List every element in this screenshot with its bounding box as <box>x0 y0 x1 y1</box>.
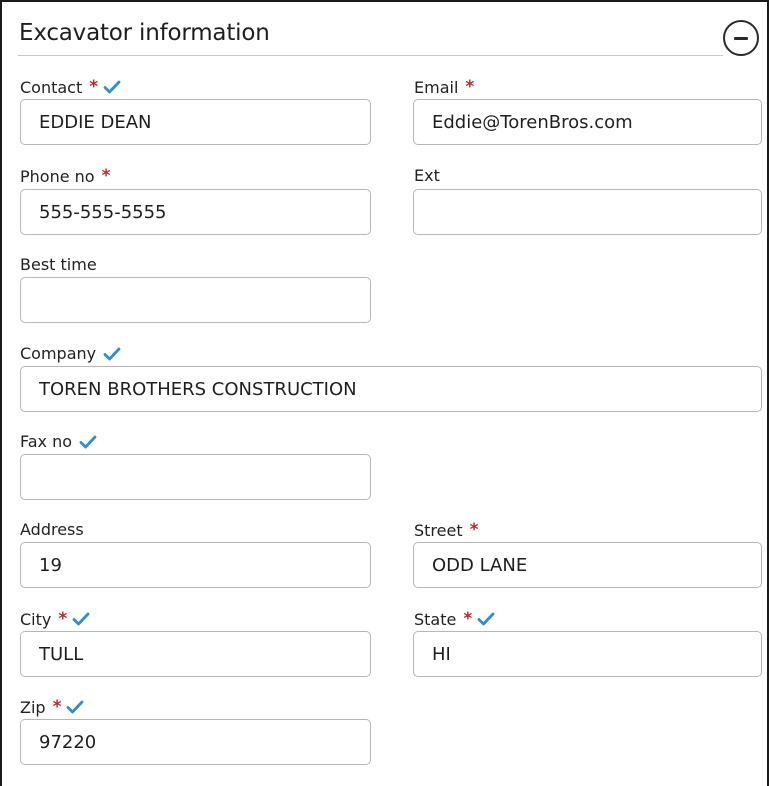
best-time-label-text: Best time <box>20 255 97 274</box>
state-label-text: State <box>414 609 457 629</box>
title-divider <box>18 55 723 56</box>
city-label-text: City <box>20 609 52 629</box>
best-time-input[interactable] <box>20 277 371 323</box>
company-input[interactable] <box>20 366 762 412</box>
required-marker: * <box>52 697 62 717</box>
minus-circle-icon <box>734 37 748 40</box>
contact-input[interactable] <box>20 99 371 145</box>
phone-label-text: Phone no <box>20 166 95 186</box>
phone-label: Phone no * <box>20 166 110 186</box>
verified-check-icon <box>477 612 495 626</box>
email-label: Email * <box>414 77 474 97</box>
city-input[interactable] <box>20 631 371 677</box>
required-marker: * <box>465 77 475 97</box>
collapse-section-button[interactable] <box>723 20 759 56</box>
ext-input[interactable] <box>413 189 762 235</box>
section-title: Excavator information <box>19 20 270 46</box>
street-label: Street * <box>414 520 479 540</box>
required-marker: * <box>463 609 473 629</box>
required-marker: * <box>101 166 111 186</box>
zip-label: Zip * <box>20 697 84 717</box>
email-input[interactable] <box>413 99 762 145</box>
address-label: Address <box>20 520 84 539</box>
best-time-label: Best time <box>20 255 97 274</box>
street-label-text: Street <box>414 520 463 540</box>
required-marker: * <box>58 609 68 629</box>
verified-check-icon <box>103 80 121 94</box>
ext-label: Ext <box>414 166 440 185</box>
address-input[interactable] <box>20 542 371 588</box>
verified-check-icon <box>79 435 97 449</box>
required-marker: * <box>89 77 99 97</box>
contact-label-text: Contact <box>20 77 83 97</box>
email-label-text: Email <box>414 77 459 97</box>
verified-check-icon <box>72 612 90 626</box>
fax-input[interactable] <box>20 454 371 500</box>
phone-input[interactable] <box>20 189 371 235</box>
ext-label-text: Ext <box>414 166 440 185</box>
state-label: State * <box>414 609 495 629</box>
fax-label: Fax no <box>20 432 97 451</box>
fax-label-text: Fax no <box>20 432 73 451</box>
zip-label-text: Zip <box>20 697 46 717</box>
zip-input[interactable] <box>20 719 371 765</box>
verified-check-icon <box>66 700 84 714</box>
city-label: City * <box>20 609 90 629</box>
company-label-text: Company <box>20 344 97 363</box>
company-label: Company <box>20 344 121 363</box>
street-input[interactable] <box>413 542 762 588</box>
verified-check-icon <box>103 347 121 361</box>
contact-label: Contact * <box>20 77 121 97</box>
excavator-information-panel: Excavator information Contact * Email * … <box>0 0 769 786</box>
address-label-text: Address <box>20 520 84 539</box>
required-marker: * <box>469 520 479 540</box>
state-input[interactable] <box>413 631 762 677</box>
